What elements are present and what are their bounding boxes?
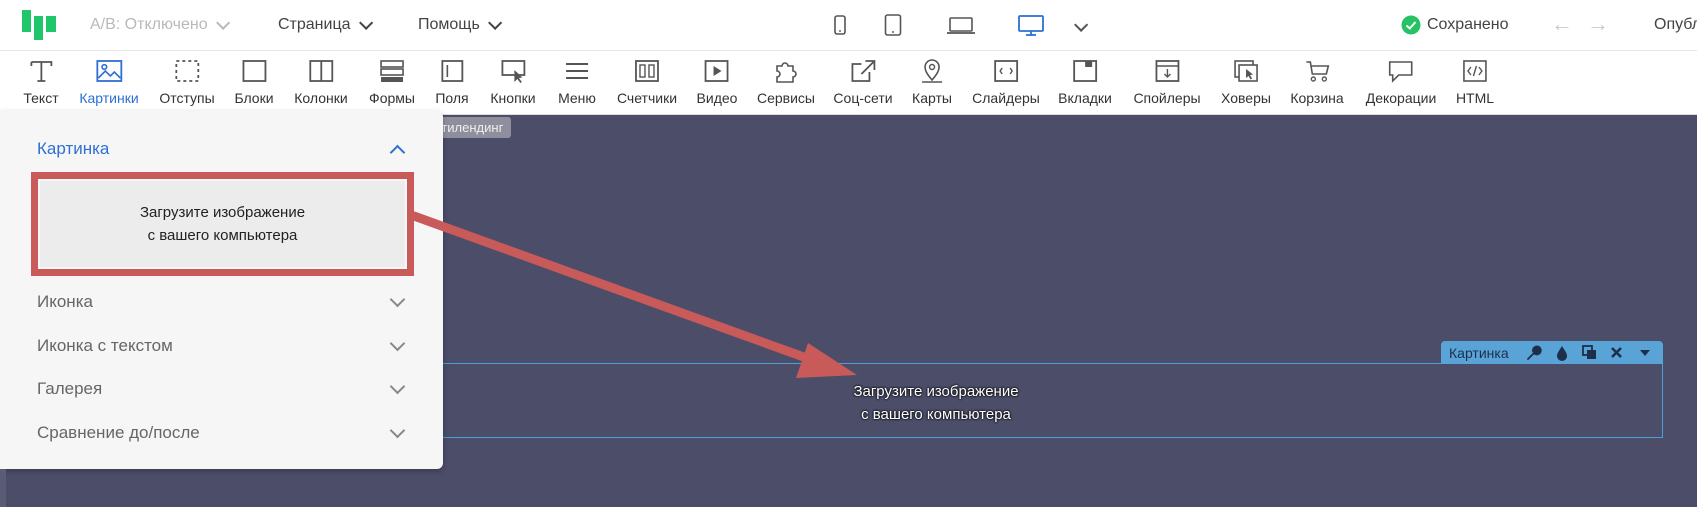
canvas-left-strip <box>0 469 6 507</box>
annotation-arrow-icon <box>409 211 857 378</box>
